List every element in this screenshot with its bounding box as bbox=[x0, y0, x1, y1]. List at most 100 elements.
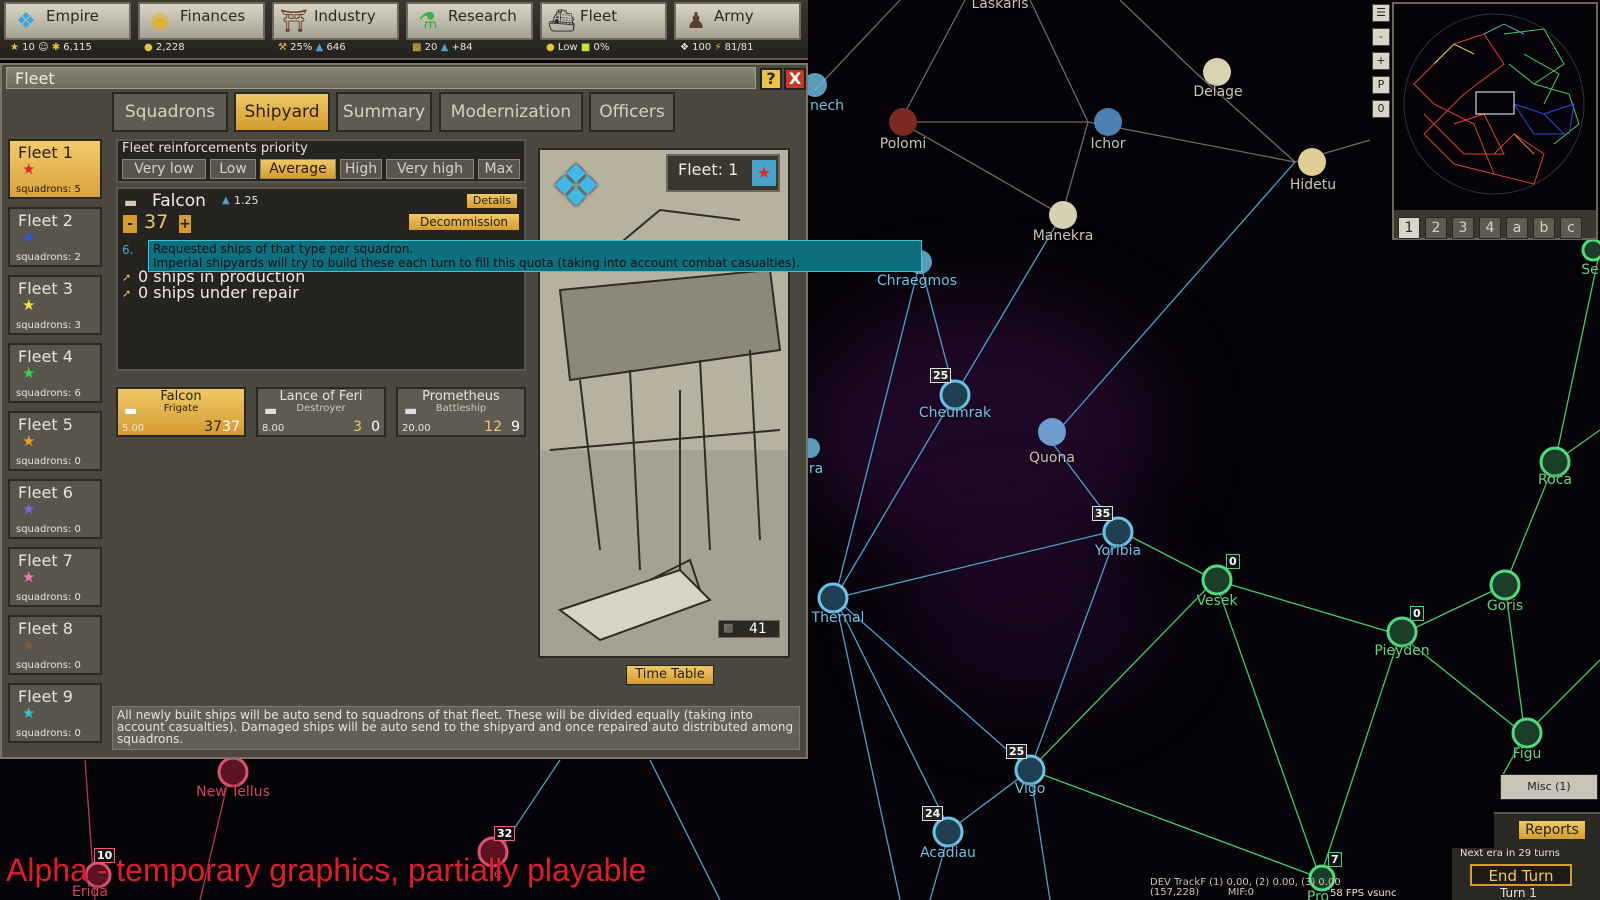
stat-value: 2,228 bbox=[155, 42, 185, 53]
fleet-star-icon: ★ bbox=[22, 228, 36, 246]
system-label-hidetu[interactable]: Hidetu bbox=[1290, 177, 1336, 193]
tab-fleet[interactable]: ⛴ Fleet bbox=[540, 2, 667, 40]
minimap-tab-a[interactable]: a bbox=[1506, 217, 1528, 239]
priority-label: Fleet reinforcements priority bbox=[122, 141, 308, 156]
system-label-partial[interactable]: nech bbox=[810, 98, 844, 114]
fleet-button-1[interactable]: Fleet 1 ★ squadrons: 5 bbox=[8, 139, 102, 199]
fleet-button-5[interactable]: Fleet 5 ★ squadrons: 0 bbox=[8, 411, 102, 471]
minimap-tab-2[interactable]: 2 bbox=[1425, 217, 1447, 239]
minimap-p-button[interactable]: P bbox=[1372, 76, 1390, 94]
tab-finances[interactable]: ◉ Finances bbox=[138, 2, 265, 40]
system-label-acadiau[interactable]: Acadiau bbox=[920, 845, 976, 861]
lightning-icon: ⚡ bbox=[714, 42, 722, 53]
system-label-laskaris[interactable]: Laskaris bbox=[971, 0, 1028, 12]
tab-industry[interactable]: ⛩ Industry bbox=[272, 2, 399, 40]
fleet-button-9[interactable]: Fleet 9 ★ squadrons: 0 bbox=[8, 683, 102, 743]
minimap-tab-3[interactable]: 3 bbox=[1452, 217, 1474, 239]
priority-very-low[interactable]: Very low bbox=[122, 159, 206, 179]
fleet-count-flag[interactable]: 0 bbox=[1410, 606, 1424, 621]
fleet-count-flag[interactable]: 24 bbox=[922, 806, 944, 821]
ship-card-prometheus[interactable]: Prometheus Battleship ▬ 20.00 12 9 bbox=[396, 387, 526, 437]
system-label-vesek[interactable]: Vesek bbox=[1196, 593, 1237, 609]
time-table-button[interactable]: Time Table bbox=[626, 665, 714, 685]
end-turn-button[interactable]: End Turn bbox=[1470, 864, 1572, 886]
priority-high[interactable]: High bbox=[340, 159, 382, 179]
help-button[interactable]: ? bbox=[760, 68, 782, 90]
flask-icon: ⚗ bbox=[418, 9, 438, 34]
system-label-thernal[interactable]: Thernal bbox=[812, 610, 865, 626]
tab-squadrons[interactable]: Squadrons bbox=[112, 92, 228, 132]
window-title: Fleet bbox=[15, 69, 55, 88]
fleet-squadrons: squadrons: 6 bbox=[16, 388, 81, 399]
window-titlebar[interactable]: Fleet bbox=[6, 67, 756, 89]
system-label-quona[interactable]: Quona bbox=[1029, 450, 1075, 466]
turn-counter: Turn 1 bbox=[1500, 886, 1537, 900]
factory-icon: ⛩ bbox=[280, 9, 308, 34]
fleet-count-flag[interactable]: 25 bbox=[1006, 744, 1028, 759]
system-label-roca[interactable]: Roca bbox=[1538, 472, 1572, 488]
quota-increase-button[interactable]: + bbox=[178, 214, 192, 234]
tab-research[interactable]: ⚗ Research bbox=[406, 2, 533, 40]
minimap-tab-1[interactable]: 1 bbox=[1398, 217, 1420, 239]
fleet-count-flag[interactable]: 25 bbox=[930, 368, 952, 383]
system-label-figu[interactable]: Figu bbox=[1513, 746, 1542, 762]
hidden-stat: 6. bbox=[122, 243, 134, 257]
zoom-in-button[interactable]: + bbox=[1372, 52, 1390, 70]
minimap-menu-icon[interactable]: ☰ bbox=[1372, 4, 1390, 22]
fleet-button-2[interactable]: Fleet 2 ★ squadrons: 2 bbox=[8, 207, 102, 267]
minimap[interactable]: 1 2 3 4 a b c bbox=[1392, 2, 1598, 240]
ship-card-lance-of-feri[interactable]: Lance of Feri Destroyer ▬ 8.00 3 0 bbox=[256, 387, 386, 437]
fleet-count-flag[interactable]: 7 bbox=[1328, 852, 1342, 867]
system-label-delage[interactable]: Delage bbox=[1193, 84, 1242, 100]
tab-modernization[interactable]: Modernization bbox=[439, 92, 583, 132]
system-label-pieyden[interactable]: Pieyden bbox=[1374, 643, 1429, 659]
zoom-out-button[interactable]: - bbox=[1372, 28, 1390, 46]
tab-summary[interactable]: Summary bbox=[336, 92, 432, 132]
reports-button[interactable]: Reports bbox=[1518, 820, 1586, 840]
tab-label: Army bbox=[714, 7, 754, 25]
tab-shipyard[interactable]: Shipyard bbox=[234, 92, 330, 132]
fleet-button-3[interactable]: Fleet 3 ★ squadrons: 3 bbox=[8, 275, 102, 335]
fuel-icon: ■ bbox=[580, 42, 591, 53]
tab-empire[interactable]: ❖ Empire bbox=[4, 2, 131, 40]
fleet-count-flag[interactable]: 32 bbox=[494, 826, 516, 841]
system-label-new-tellus[interactable]: New Tellus bbox=[196, 784, 270, 800]
priority-max[interactable]: Max bbox=[478, 159, 520, 179]
minimap-tab-b[interactable]: b bbox=[1533, 217, 1555, 239]
fleet-squadrons: squadrons: 5 bbox=[16, 184, 81, 195]
quota-value[interactable]: 37 bbox=[144, 211, 168, 233]
close-button[interactable]: X bbox=[784, 68, 806, 90]
stat-value: 100 bbox=[692, 42, 712, 53]
system-label-chraegmos[interactable]: Chraegmos bbox=[877, 273, 957, 289]
system-label-ichor[interactable]: Ichor bbox=[1090, 136, 1125, 152]
ship-card-falcon[interactable]: Falcon Frigate ▬ 5.00 37 37 bbox=[116, 387, 246, 437]
system-label-vigo[interactable]: Vigo bbox=[1015, 781, 1046, 797]
priority-very-high[interactable]: Very high bbox=[386, 159, 474, 179]
tab-officers[interactable]: Officers bbox=[589, 92, 675, 132]
minimap-tab-c[interactable]: c bbox=[1560, 217, 1582, 239]
priority-average[interactable]: Average bbox=[260, 159, 336, 179]
system-label-partial[interactable]: Se bbox=[1581, 262, 1599, 278]
system-label-goris[interactable]: Goris bbox=[1487, 598, 1523, 614]
system-label-cheumrak[interactable]: Cheumrak bbox=[919, 405, 991, 421]
system-label-yoribia[interactable]: Yoribia bbox=[1095, 543, 1141, 559]
minimap-tab-4[interactable]: 4 bbox=[1479, 217, 1501, 239]
fleet-count-flag[interactable]: 0 bbox=[1226, 554, 1240, 569]
fleet-count-flag[interactable]: 35 bbox=[1092, 506, 1114, 521]
fleet-button-7[interactable]: Fleet 7 ★ squadrons: 0 bbox=[8, 547, 102, 607]
fleet-button-6[interactable]: Fleet 6 ★ squadrons: 0 bbox=[8, 479, 102, 539]
decommission-button[interactable]: Decommission bbox=[408, 213, 520, 231]
system-label-polomi[interactable]: Polomi bbox=[880, 136, 927, 152]
quota-decrease-button[interactable]: - bbox=[122, 214, 138, 234]
priority-low[interactable]: Low bbox=[210, 159, 256, 179]
fleet-button-4[interactable]: Fleet 4 ★ squadrons: 6 bbox=[8, 343, 102, 403]
planet-ichor bbox=[1094, 108, 1122, 136]
next-era-text: Next era in 29 turns bbox=[1460, 848, 1560, 859]
fleet-button-8[interactable]: Fleet 8 ★ squadrons: 0 bbox=[8, 615, 102, 675]
system-label-partial[interactable]: ra bbox=[809, 461, 823, 477]
system-label-manekra[interactable]: Manekra bbox=[1033, 228, 1094, 244]
details-button[interactable]: Details bbox=[466, 193, 518, 209]
tab-army[interactable]: ♟ Army bbox=[674, 2, 801, 40]
misc-button[interactable]: Misc (1) bbox=[1500, 774, 1598, 800]
minimap-o-button[interactable]: 0 bbox=[1372, 100, 1390, 118]
